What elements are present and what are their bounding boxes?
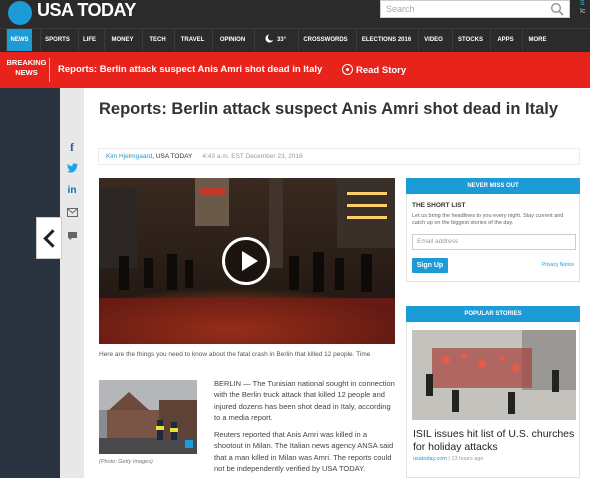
never-miss-out-header: NEVER MISS OUT — [406, 178, 580, 194]
popular-story-card[interactable]: ISIL issues hit list of U.S. churches fo… — [406, 322, 580, 478]
nav-item-sports[interactable]: SPORTS — [40, 29, 74, 51]
article-paragraph: BERLIN — The Tunisian national sought in… — [214, 379, 395, 422]
article-paragraph: Reuters reported that Anis Amri was kill… — [214, 430, 394, 474]
search-placeholder: Search — [386, 4, 415, 14]
nav-item-tech[interactable]: TECH — [142, 29, 172, 51]
page: USA TODAY Search S Ic NEWS SPORTS LIFE M… — [0, 0, 590, 478]
photo-credit: (Photo: Getty Images) — [99, 459, 153, 465]
popular-story-image[interactable] — [412, 330, 576, 420]
site-logo-text[interactable]: USA TODAY — [37, 0, 136, 20]
nav-item-apps[interactable]: APPS — [490, 29, 520, 51]
popular-story-meta: usatoday.com | 13 hours ago — [413, 456, 484, 462]
usa-today-logo-icon[interactable] — [8, 1, 32, 25]
breaking-news-bar[interactable]: BREAKING NEWS Reports: Berlin attack sus… — [0, 52, 590, 88]
email-field[interactable]: Email address — [412, 234, 576, 250]
read-story-link[interactable]: Read Story — [342, 64, 406, 76]
popular-story-time: 13 hours ago — [451, 456, 484, 462]
nav-item-weather[interactable]: 33° — [254, 29, 296, 51]
video-player[interactable] — [99, 178, 395, 344]
search-icon[interactable] — [550, 2, 564, 16]
speech-bubble-shape — [67, 232, 77, 241]
nav-item-money[interactable]: MONEY — [104, 29, 140, 51]
target-icon — [342, 64, 353, 75]
site-header: USA TODAY Search S Ic — [0, 0, 590, 26]
short-list-title: THE SHORT LIST — [412, 202, 466, 209]
privacy-notice-link[interactable]: Privacy Notice — [542, 262, 574, 268]
twitter-bird-shape — [66, 163, 78, 173]
photo-police-church — [99, 380, 197, 454]
nav-item-opinion[interactable]: OPINION — [212, 29, 252, 51]
nav-item-video[interactable]: VIDEO — [418, 29, 448, 51]
weather-moon-icon — [265, 33, 275, 43]
author-link[interactable]: Kim Hjelmgaard — [106, 153, 152, 160]
short-list-description: Let us bring the headlines to you every … — [412, 213, 564, 226]
nav-item-travel[interactable]: TRAVEL — [174, 29, 210, 51]
back-arrow-button[interactable] — [36, 217, 62, 259]
facebook-icon[interactable]: f — [60, 136, 84, 158]
header-right-text-2: Ic — [580, 8, 586, 15]
nav-item-news[interactable]: NEWS — [6, 29, 32, 51]
breaking-news-label: BREAKING NEWS — [4, 58, 50, 82]
twitter-icon[interactable] — [60, 158, 84, 180]
article-headline: Reports: Berlin attack suspect Anis Amri… — [99, 100, 559, 118]
email-icon[interactable] — [60, 202, 84, 224]
breaking-headline[interactable]: Reports: Berlin attack suspect Anis Amri… — [58, 64, 322, 75]
envelope-shape — [66, 208, 78, 217]
publisher-name: , USA TODAY — [152, 153, 193, 160]
article-photo[interactable] — [99, 380, 197, 454]
left-dark-column — [0, 88, 60, 478]
nav-item-life[interactable]: LIFE — [78, 29, 100, 51]
newsletter-box: THE SHORT LIST Let us bring the headline… — [406, 194, 580, 282]
sign-up-button[interactable]: Sign Up — [412, 258, 448, 273]
breaking-label-line-2: NEWS — [15, 68, 38, 77]
weather-temp: 33° — [276, 37, 287, 43]
breaking-label-line-1: BREAKING — [6, 58, 47, 67]
article-timestamp: 4:43 a.m. EST December 23, 2016 — [202, 153, 303, 160]
comment-icon[interactable] — [60, 226, 84, 248]
share-rail: f in — [60, 88, 84, 478]
popular-story-source[interactable]: usatoday.com — [413, 456, 447, 462]
header-right-text-1: S — [580, 0, 585, 7]
article-byline: Kim Hjelmgaard, USA TODAY 4:43 a.m. EST D… — [98, 148, 580, 165]
article-body: BERLIN — The Tunisian national sought in… — [214, 378, 396, 478]
header-right-cutoff[interactable]: S Ic — [580, 0, 585, 16]
popular-stories-header: POPULAR STORIES — [406, 306, 580, 322]
linkedin-icon[interactable]: in — [60, 180, 84, 202]
read-story-label: Read Story — [356, 65, 407, 76]
video-caption: Here are the things you need to know abo… — [99, 351, 371, 358]
nav-item-crosswords[interactable]: CROSSWORDS — [298, 29, 352, 51]
play-button-icon[interactable] — [222, 237, 270, 285]
nav-item-stocks[interactable]: STOCKS — [452, 29, 488, 51]
nav-item-elections[interactable]: ELECTIONS 2016 — [356, 29, 416, 51]
photo-memorial — [412, 330, 576, 420]
search-input[interactable]: Search — [380, 0, 570, 18]
nav-item-more[interactable]: MORE — [522, 29, 552, 51]
article-container: Reports: Berlin attack suspect Anis Amri… — [84, 88, 590, 478]
main-nav: NEWS SPORTS LIFE MONEY TECH TRAVEL OPINI… — [0, 28, 590, 51]
popular-story-headline[interactable]: ISIL issues hit list of U.S. churches fo… — [413, 428, 575, 453]
